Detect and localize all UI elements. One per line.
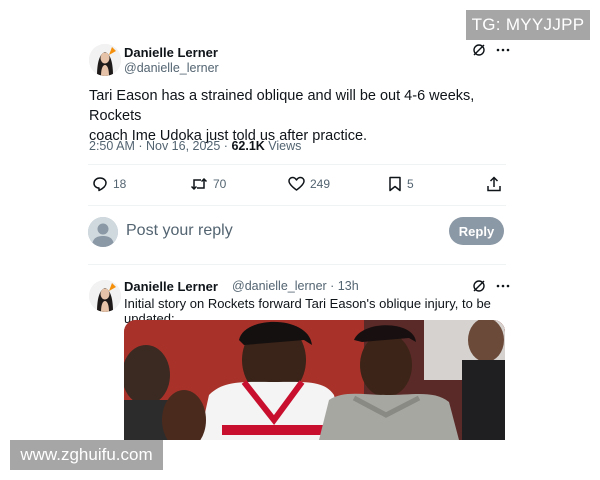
views-label: Views bbox=[264, 139, 302, 153]
divider bbox=[88, 264, 506, 265]
tweet-top-icons bbox=[472, 43, 510, 57]
reply-action[interactable]: 18 bbox=[92, 176, 126, 192]
tweet-meta: 2:50 AM · Nov 16, 2025 · 62.1K Views bbox=[89, 139, 301, 153]
reply-input[interactable]: Post your reply bbox=[126, 222, 233, 240]
like-count: 249 bbox=[310, 177, 331, 191]
flag-icon bbox=[109, 283, 116, 291]
like-icon bbox=[288, 176, 305, 191]
bookmark-count: 5 bbox=[407, 177, 414, 191]
tweet-text: Tari Eason has a strained oblique and wi… bbox=[89, 86, 499, 146]
reply-author-handle-time[interactable]: @danielle_lerner · 13h bbox=[232, 279, 359, 293]
reply-tweet-top-icons bbox=[472, 279, 510, 293]
grok-icon[interactable] bbox=[472, 43, 486, 57]
tweet-photo[interactable] bbox=[124, 320, 505, 440]
bookmark-icon bbox=[389, 176, 401, 192]
divider bbox=[88, 205, 506, 206]
divider bbox=[88, 164, 506, 165]
watermark-site: www.zghuifu.com bbox=[10, 440, 163, 470]
user-avatar bbox=[88, 217, 118, 247]
grok-icon[interactable] bbox=[472, 279, 486, 293]
views-count: 62.1K bbox=[231, 139, 265, 153]
author-name[interactable]: Danielle Lerner bbox=[124, 45, 218, 60]
action-bar: 18 70 249 5 bbox=[88, 175, 504, 195]
repost-count: 70 bbox=[213, 177, 227, 191]
like-action[interactable]: 249 bbox=[288, 176, 330, 192]
share-action[interactable] bbox=[486, 176, 502, 192]
timestamp[interactable]: 2:50 AM · Nov 16, 2025 · bbox=[89, 139, 231, 153]
reply-author-name[interactable]: Danielle Lerner bbox=[124, 279, 218, 294]
flag-icon bbox=[109, 47, 116, 55]
more-icon[interactable] bbox=[496, 43, 510, 57]
reply-button[interactable]: Reply bbox=[449, 217, 504, 245]
share-icon bbox=[487, 176, 501, 192]
repost-icon bbox=[190, 177, 208, 191]
reply-icon bbox=[93, 177, 107, 192]
bookmark-action[interactable]: 5 bbox=[388, 176, 414, 192]
repost-action[interactable]: 70 bbox=[190, 176, 226, 192]
reply-count: 18 bbox=[113, 177, 127, 191]
watermark-tg: TG: MYYJJPP bbox=[466, 10, 590, 40]
author-handle[interactable]: @danielle_lerner bbox=[124, 61, 219, 75]
tweet-text-line-1: Tari Eason has a strained oblique and wi… bbox=[89, 88, 475, 124]
more-icon[interactable] bbox=[496, 279, 510, 293]
